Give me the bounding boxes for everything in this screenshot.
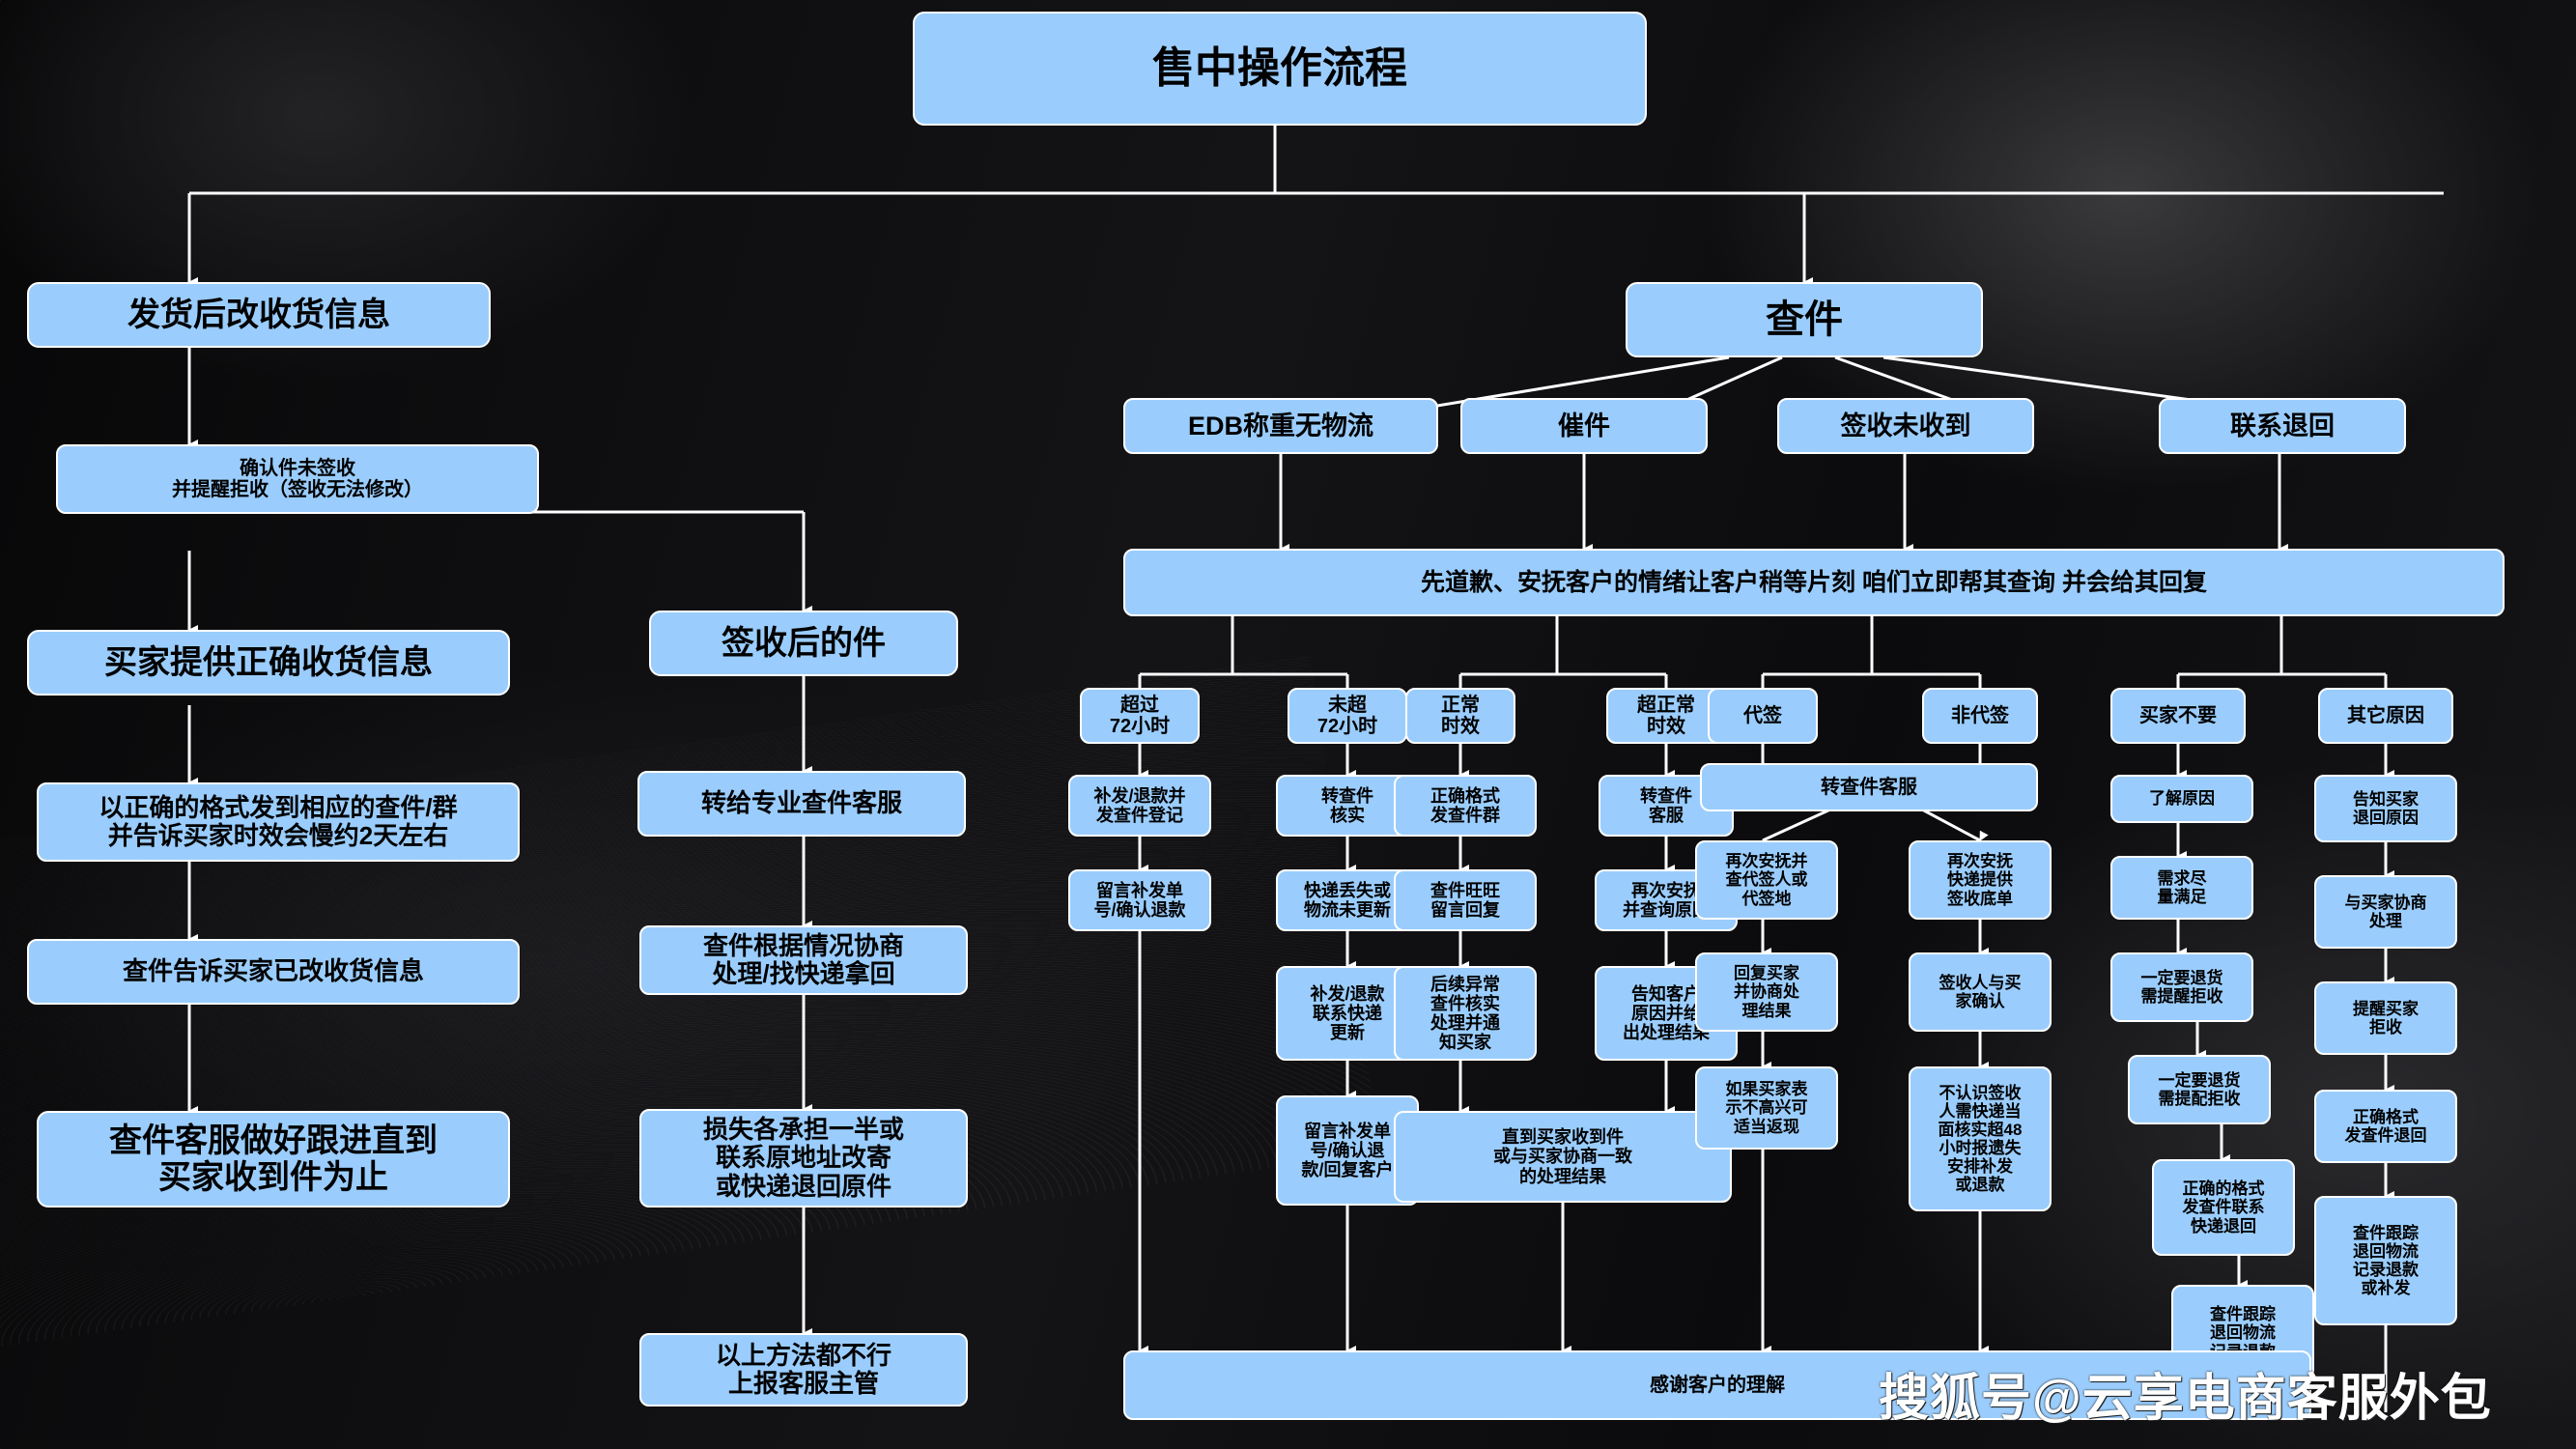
left-inform-buyer-changed[interactable]: 查件告诉买家已改收货信息 — [27, 939, 520, 1005]
step-wangwang-reply[interactable]: 查件旺旺 留言回复 — [1394, 869, 1537, 931]
step-correct-format-send-return[interactable]: 正确格式 发查件退回 — [2314, 1090, 2457, 1163]
step-correct-format-contact-return[interactable]: 正确的格式 发查件联系 快递退回 — [2152, 1159, 2295, 1256]
step-satisfy-demand[interactable]: 需求尽 量满足 — [2110, 856, 2253, 920]
apology-banner: 先道歉、安抚客户的情绪让客户稍等片刻 咱们立即帮其查询 并会给其回复 — [1123, 549, 2505, 616]
step-must-return-remind-reject-2[interactable]: 一定要退货 需提配拒收 — [2128, 1055, 2271, 1124]
cond-under-72h[interactable]: 未超 72小时 — [1288, 688, 1407, 744]
left-followup-until-received[interactable]: 查件客服做好跟进直到 买家收到件为止 — [37, 1111, 510, 1208]
step-followup-abnormal[interactable]: 后续异常 查件核实 处理并通 知买家 — [1394, 966, 1537, 1061]
step-compensate-if-unhappy[interactable]: 如果买家表 示不高兴可 适当返现 — [1695, 1066, 1838, 1150]
step-understand-reason[interactable]: 了解原因 — [2110, 775, 2253, 823]
step-negotiate-with-buyer[interactable]: 与买家协商 处理 — [2314, 875, 2457, 949]
cond-non-proxy-sign[interactable]: 非代签 — [1922, 688, 2038, 744]
cond-other-reason[interactable]: 其它原因 — [2318, 688, 2453, 744]
cond-buyer-refuses[interactable]: 买家不要 — [2110, 688, 2246, 744]
step-until-buyer-receives[interactable]: 直到买家收到件 或与买家协商一致 的处理结果 — [1394, 1111, 1732, 1203]
step-reply-negotiate-result[interactable]: 回复买家 并协商处 理结果 — [1695, 952, 1838, 1032]
page-title: 售中操作流程 — [913, 12, 1647, 126]
category-urge-delivery[interactable]: 催件 — [1460, 398, 1708, 454]
step-track-return-refund-or-reship[interactable]: 查件跟踪 退回物流 记录退款 或补发 — [2314, 1196, 2457, 1325]
left-send-to-group[interactable]: 以正确的格式发到相应的查件/群 并告诉买家时效会慢约2天左右 — [37, 782, 520, 862]
category-signed-not-received[interactable]: 签收未收到 — [1777, 398, 2034, 454]
step-transfer-query-cs[interactable]: 转查件客服 — [1700, 763, 2038, 811]
watermark: 搜狐号@云享电商客服外包 — [1879, 1371, 2492, 1427]
step-reship-refund-register[interactable]: 补发/退款并 发查件登记 — [1068, 775, 1211, 837]
step-confirm-signer-buyer[interactable]: 签收人与买 家确认 — [1909, 952, 2052, 1032]
step-must-return-remind-reject[interactable]: 一定要退货 需提醒拒收 — [2110, 952, 2253, 1022]
cond-over-72h[interactable]: 超过 72小时 — [1080, 688, 1200, 744]
branch-right-root[interactable]: 查件 — [1626, 282, 1983, 357]
left-escalate-supervisor[interactable]: 以上方法都不行 上报客服主管 — [639, 1333, 968, 1406]
step-correct-format-group[interactable]: 正确格式 发查件群 — [1394, 775, 1537, 837]
branch-left-root[interactable]: 发货后改收货信息 — [27, 282, 491, 348]
step-courier-provide-receipt[interactable]: 再次安抚 快递提供 签收底单 — [1909, 840, 2052, 920]
category-edb-no-logistics[interactable]: EDB称重无物流 — [1123, 398, 1438, 454]
category-contact-return[interactable]: 联系退回 — [2159, 398, 2406, 454]
cond-proxy-sign[interactable]: 代签 — [1708, 688, 1818, 744]
step-leave-reship-number[interactable]: 留言补发单 号/确认退款 — [1068, 869, 1211, 931]
left-signed-package[interactable]: 签收后的件 — [649, 611, 958, 676]
step-remind-buyer-reject[interactable]: 提醒买家 拒收 — [2314, 981, 2457, 1055]
left-negotiate-or-retrieve[interactable]: 查件根据情况协商 处理/找快递拿回 — [639, 925, 968, 995]
flowchart-canvas: 售中操作流程 发货后改收货信息 确认件未签收 并提醒拒收（签收无法修改） 买家提… — [0, 0, 2576, 1449]
left-confirm-unsigned[interactable]: 确认件未签收 并提醒拒收（签收无法修改） — [56, 444, 539, 514]
step-unknown-signer-48h[interactable]: 不认识签收 人需快递当 面核实超48 小时报遗失 安排补发 或退款 — [1909, 1066, 2052, 1211]
left-buyer-correct-info[interactable]: 买家提供正确收货信息 — [27, 630, 510, 696]
step-inform-return-reason[interactable]: 告知买家 退回原因 — [2314, 775, 2457, 842]
step-check-proxy-signer[interactable]: 再次安抚并 查代签人或 代签地 — [1695, 840, 1838, 920]
cond-normal-timeliness[interactable]: 正常 时效 — [1405, 688, 1515, 744]
left-split-loss-or-reship[interactable]: 损失各承担一半或 联系原地址改寄 或快递退回原件 — [639, 1109, 968, 1208]
left-transfer-pro-cs[interactable]: 转给专业查件客服 — [637, 771, 966, 837]
